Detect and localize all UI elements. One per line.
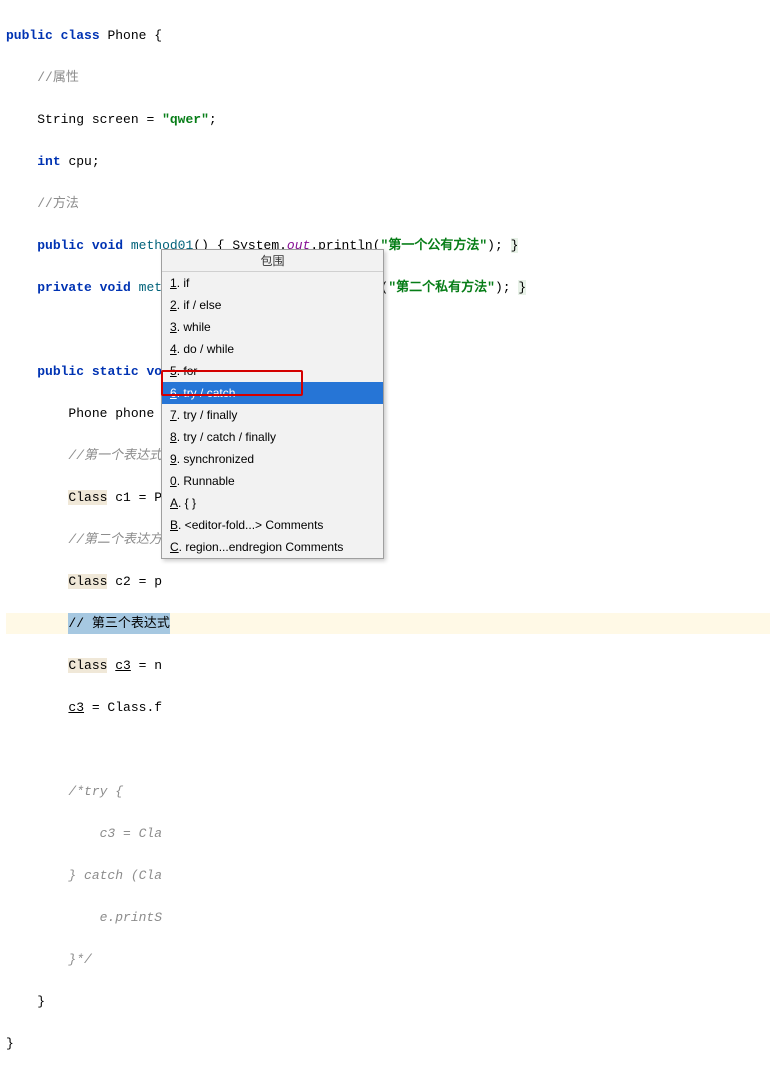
comment: //属性 bbox=[37, 70, 79, 85]
popup-title: 包围 bbox=[162, 250, 383, 272]
popup-item[interactable]: 0. Runnable bbox=[162, 470, 383, 492]
comment: //方法 bbox=[37, 196, 79, 211]
comment: } catch (Cla bbox=[68, 868, 162, 883]
popup-item[interactable]: B. <editor-fold...> Comments bbox=[162, 514, 383, 536]
popup-item[interactable]: A. { } bbox=[162, 492, 383, 514]
comment: /*try { bbox=[68, 784, 123, 799]
comment: e.printS bbox=[68, 910, 162, 925]
popup-item[interactable]: 4. do / while bbox=[162, 338, 383, 360]
popup-item[interactable]: 1. if bbox=[162, 272, 383, 294]
popup-item[interactable]: 3. while bbox=[162, 316, 383, 338]
popup-list: 1. if2. if / else3. while4. do / while5.… bbox=[162, 272, 383, 558]
comment: //第二个表达方 bbox=[68, 532, 162, 547]
popup-item[interactable]: 9. synchronized bbox=[162, 448, 383, 470]
popup-item[interactable]: C. region...endregion Comments bbox=[162, 536, 383, 558]
popup-item[interactable]: 8. try / catch / finally bbox=[162, 426, 383, 448]
selected-text: // 第三个表达式 bbox=[68, 613, 169, 634]
surround-with-popup: 包围 1. if2. if / else3. while4. do / whil… bbox=[161, 249, 384, 559]
popup-item[interactable]: 7. try / finally bbox=[162, 404, 383, 426]
popup-item[interactable]: 6. try / catch bbox=[162, 382, 383, 404]
comment: }*/ bbox=[68, 952, 91, 967]
comment: c3 = Cla bbox=[68, 826, 162, 841]
code-editor[interactable]: public class Phone { //属性 String screen … bbox=[0, 0, 770, 1074]
comment: //第一个表达式 bbox=[68, 448, 162, 463]
popup-item[interactable]: 2. if / else bbox=[162, 294, 383, 316]
popup-item[interactable]: 5. for bbox=[162, 360, 383, 382]
